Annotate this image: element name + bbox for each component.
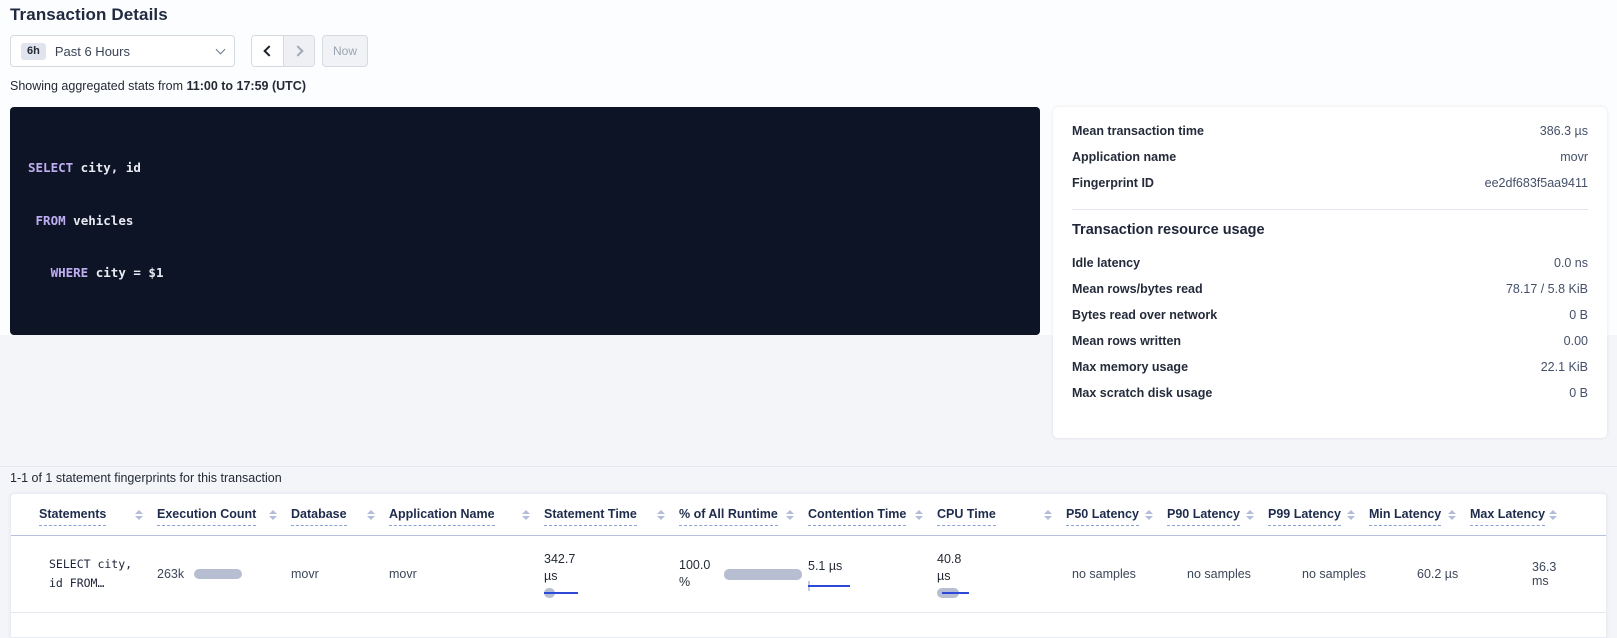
sort-icon — [1347, 510, 1355, 520]
column-header-p90-latency[interactable]: P90 Latency — [1167, 494, 1268, 535]
summary-row: Bytes read over network 0 B — [1072, 302, 1588, 328]
execution-count-cell: 263k — [157, 567, 291, 581]
summary-row: Application name movr — [1072, 144, 1588, 170]
summary-row: Mean rows written 0.00 — [1072, 328, 1588, 354]
time-range-label: Past 6 Hours — [55, 44, 217, 59]
column-header-p99-latency[interactable]: P99 Latency — [1268, 494, 1369, 535]
summary-row: Fingerprint ID ee2df683f5aa9411 — [1072, 170, 1588, 196]
runtime-pct-cell: 100.0 % — [679, 557, 808, 591]
page-title: Transaction Details — [10, 5, 168, 25]
column-header-p50-latency[interactable]: P50 Latency — [1066, 494, 1167, 535]
sort-icon — [657, 510, 665, 520]
column-header-statement-time[interactable]: Statement Time — [544, 494, 679, 535]
sort-icon — [786, 510, 794, 520]
chevron-left-icon — [263, 45, 274, 56]
contention-time-cell: 5.1 µs — [808, 558, 937, 591]
application-name-cell: movr — [389, 567, 544, 581]
column-header-cpu-time[interactable]: CPU Time — [937, 494, 1066, 535]
summary-row: Mean rows/bytes read 78.17 / 5.8 KiB — [1072, 276, 1588, 302]
time-nav-group — [251, 35, 315, 67]
aggregated-stats-line: Showing aggregated stats from 11:00 to 1… — [10, 79, 306, 93]
divider — [1072, 209, 1588, 210]
chevron-right-icon — [292, 45, 303, 56]
statement-cell[interactable]: SELECT city,id FROM… — [39, 555, 157, 593]
stats-range: 11:00 to 17:59 (UTC) — [187, 79, 306, 93]
sort-icon — [1044, 510, 1052, 520]
sql-line: WHERE city = $1 — [28, 264, 1022, 282]
summary-row: Max memory usage 22.1 KiB — [1072, 354, 1588, 380]
summary-row: Mean transaction time 386.3 µs — [1072, 118, 1588, 144]
now-button[interactable]: Now — [322, 35, 368, 67]
time-range-badge: 6h — [21, 43, 46, 60]
statements-table: Statements Execution Count Database Appl… — [10, 493, 1607, 638]
transaction-summary-card: Mean transaction time 386.3 µs Applicati… — [1053, 107, 1607, 438]
column-header-runtime-pct[interactable]: % of All Runtime — [679, 494, 808, 535]
summary-row: Idle latency 0.0 ns — [1072, 250, 1588, 276]
sort-icon — [1549, 510, 1557, 520]
sort-icon — [1145, 510, 1153, 520]
sql-line: SELECT city, id — [28, 159, 1022, 177]
column-header-max-latency[interactable]: Max Latency — [1470, 494, 1571, 535]
cpu-time-cell: 40.8 µs — [937, 551, 1066, 598]
column-header-database[interactable]: Database — [291, 494, 389, 535]
min-latency-cell: 60.2 µs — [1369, 567, 1470, 581]
statement-link[interactable]: SELECT city,id FROM… — [39, 555, 157, 593]
sort-icon — [269, 510, 277, 520]
next-range-button[interactable] — [283, 36, 314, 66]
time-range-select[interactable]: 6h Past 6 Hours — [10, 35, 235, 67]
sort-icon — [1448, 510, 1456, 520]
sort-icon — [367, 510, 375, 520]
p90-latency-cell: no samples — [1167, 567, 1268, 581]
p99-latency-cell: no samples — [1268, 567, 1369, 581]
sql-line: FROM vehicles — [28, 212, 1022, 230]
sql-statement-box: SELECT city, id FROM vehicles WHERE city… — [10, 107, 1040, 335]
column-header-application-name[interactable]: Application Name — [389, 494, 544, 535]
chevron-down-icon — [216, 44, 226, 54]
summary-row: Max scratch disk usage 0 B — [1072, 380, 1588, 406]
divider — [0, 466, 1617, 467]
contention-time-bar — [808, 581, 850, 591]
execution-count-bar — [194, 569, 242, 579]
sort-icon — [135, 510, 143, 520]
fingerprints-caption: 1-1 of 1 statement fingerprints for this… — [10, 471, 282, 485]
sort-icon — [522, 510, 530, 520]
column-header-execution-count[interactable]: Execution Count — [157, 494, 291, 535]
sort-icon — [915, 510, 923, 520]
table-row: SELECT city,id FROM… 263k movr movr 342.… — [11, 536, 1606, 613]
column-header-statements[interactable]: Statements — [39, 494, 157, 535]
previous-range-button[interactable] — [252, 36, 283, 66]
table-header-row: Statements Execution Count Database Appl… — [11, 494, 1606, 536]
column-header-min-latency[interactable]: Min Latency — [1369, 494, 1470, 535]
sort-icon — [1246, 510, 1254, 520]
runtime-pct-bar — [724, 569, 802, 580]
statement-time-cell: 342.7 µs — [544, 551, 679, 598]
column-header-contention-time[interactable]: Contention Time — [808, 494, 937, 535]
database-cell: movr — [291, 567, 389, 581]
max-latency-cell: 36.3 ms — [1470, 560, 1571, 588]
resource-usage-title: Transaction resource usage — [1072, 222, 1588, 238]
p50-latency-cell: no samples — [1066, 567, 1167, 581]
cpu-time-bar — [937, 588, 971, 598]
statement-time-bar — [544, 588, 584, 598]
